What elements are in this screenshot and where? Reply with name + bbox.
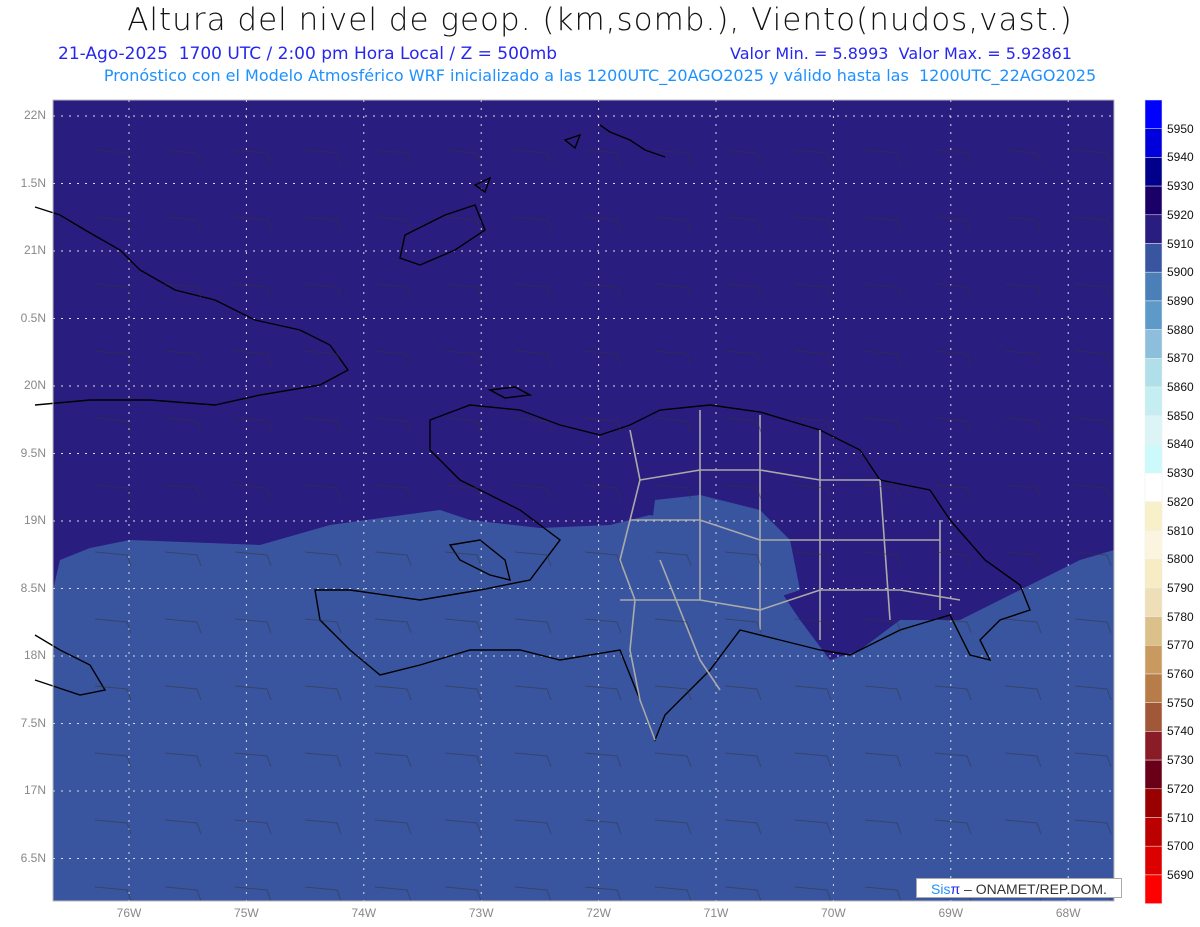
map-title: Altura del nivel de geop. (km,somb.), Vi… <box>127 2 1073 38</box>
colorbar-label: 5860 <box>1167 380 1194 394</box>
lon-label: 75W <box>234 906 259 920</box>
lon-label: 72W <box>586 906 611 920</box>
colorbar-label: 5700 <box>1167 839 1194 854</box>
colorbar-label: 5870 <box>1167 351 1194 366</box>
min-max-values: Valor Min. = 5.8993 Valor Max. = 5.92861 <box>730 44 1072 63</box>
colorbar-label: 5740 <box>1167 724 1194 739</box>
lat-label: 6.5N <box>20 850 46 865</box>
lon-label: 73W <box>468 906 494 920</box>
colorbar-swatch <box>1144 99 1163 129</box>
lat-label: 21N <box>23 243 46 257</box>
colorbar-swatch <box>1144 243 1163 273</box>
lon-label: 71W <box>703 906 729 920</box>
colorbar-label: 5900 <box>1167 265 1194 280</box>
colorbar-label: 5770 <box>1167 638 1194 653</box>
lat-label: 1.5N <box>20 175 46 190</box>
colorbar-label: 5850 <box>1167 408 1194 423</box>
lat-label: 9.5N <box>20 445 46 460</box>
lat-label: 18N <box>23 648 46 662</box>
colorbar-swatch <box>1144 214 1163 244</box>
credit-box: Sisπ – ONAMET/REP.DOM. <box>916 878 1122 898</box>
colorbar-swatch <box>1144 874 1163 904</box>
credit-text: – ONAMET/REP.DOM. <box>964 881 1107 897</box>
lon-label: 76W <box>116 906 142 920</box>
colorbar-label: 5710 <box>1167 810 1194 825</box>
colorbar-label: 5720 <box>1167 781 1194 796</box>
colorbar-swatch <box>1144 530 1163 560</box>
colorbar-label: 5890 <box>1167 293 1194 308</box>
lat-label: 7.5N <box>20 715 46 730</box>
colorbar-swatch <box>1144 329 1163 359</box>
lat-label: 22N <box>23 108 46 122</box>
colorbar-swatch <box>1144 444 1163 474</box>
lon-label: 70W <box>821 906 846 920</box>
colorbar-swatch <box>1144 185 1163 216</box>
colorbar-swatch <box>1144 558 1163 589</box>
colorbar-label: 5930 <box>1167 179 1194 194</box>
colorbar-label: 5880 <box>1167 322 1194 337</box>
colorbar-swatch <box>1144 157 1163 187</box>
lat-label: 20N <box>23 378 46 392</box>
colorbar-swatch <box>1144 587 1163 617</box>
credit-brand: Sis <box>931 881 951 897</box>
colorbar-label: 5760 <box>1167 667 1194 681</box>
colorbar-label: 5750 <box>1167 695 1194 710</box>
colorbar-swatch <box>1144 645 1163 675</box>
colorbar-label: 5790 <box>1167 580 1194 595</box>
lat-label: 19N <box>23 513 46 527</box>
colorbar-label: 5950 <box>1167 121 1194 136</box>
colorbar-swatch <box>1144 472 1163 503</box>
pi-logo-icon: π <box>950 881 961 897</box>
colorbar-swatch <box>1144 358 1163 388</box>
colorbar-label: 5690 <box>1167 867 1194 882</box>
colorbar-label: 5920 <box>1167 207 1194 222</box>
colorbar-label: 5800 <box>1167 552 1194 567</box>
lon-label: 74W <box>351 906 377 920</box>
colorbar-label: 5820 <box>1167 494 1194 509</box>
lon-label: 69W <box>938 906 964 920</box>
map-canvas <box>34 99 1163 904</box>
colorbar-swatch <box>1144 501 1163 531</box>
colorbar-label: 5840 <box>1167 437 1194 452</box>
lat-label: 8.5N <box>20 580 46 595</box>
colorbar-label: 5810 <box>1167 523 1194 538</box>
colorbar-label: 5730 <box>1167 753 1194 768</box>
lat-label: 17N <box>23 783 46 797</box>
colorbar-swatch <box>1144 271 1163 302</box>
colorbar-swatch <box>1144 759 1163 790</box>
colorbar-swatch <box>1144 731 1163 761</box>
valid-time: 21-Ago-2025 1700 UTC / 2:00 pm Hora Loca… <box>58 44 558 64</box>
lat-label: 0.5N <box>20 310 46 325</box>
colorbar-swatch <box>1144 673 1163 703</box>
colorbar-label: 5940 <box>1167 150 1194 165</box>
colorbar-swatch <box>1144 386 1163 416</box>
colorbar-swatch <box>1144 300 1163 330</box>
colorbar-swatch <box>1144 845 1163 876</box>
forecast-info: Pronóstico con el Modelo Atmosférico WRF… <box>103 66 1097 85</box>
colorbar-label: 5910 <box>1167 236 1194 251</box>
colorbar-swatch <box>1144 616 1163 646</box>
colorbar-label: 5780 <box>1167 609 1194 624</box>
colorbar-swatch <box>1144 702 1163 732</box>
colorbar-swatch <box>1144 817 1163 847</box>
lon-label: 68W <box>1055 906 1081 920</box>
colorbar-swatch <box>1144 128 1163 158</box>
colorbar-swatch <box>1144 415 1163 445</box>
colorbar-label: 5830 <box>1167 466 1194 481</box>
colorbar-swatch <box>1144 788 1163 818</box>
colorbar <box>1144 99 1163 904</box>
